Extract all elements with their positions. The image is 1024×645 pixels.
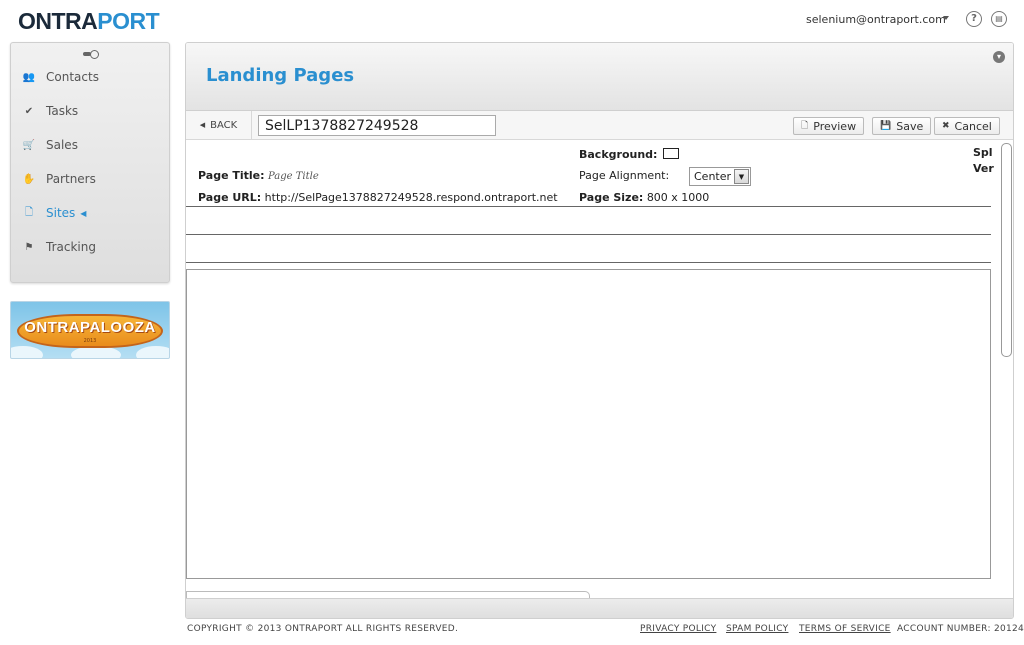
page-url-field: Page URL: http://SelPage1378827249528.re… [198,191,558,204]
close-icon: ✖ [942,121,950,131]
page-title-field[interactable]: Page Title: Page Title [198,169,319,182]
landing-page-editor: Landing Pages ▾ ◀ BACK 🗋 Preview 💾 Save … [185,42,1014,619]
check-icon: ✔ [24,105,34,117]
user-email[interactable]: selenium@ontraport.com [806,13,946,26]
sidebar-item-label: Sites [46,206,76,220]
account-number: ACCOUNT NUMBER: 20124 [897,624,1024,634]
chevron-down-icon: ▼ [734,169,749,184]
promo-title: ONTRAPALOOZA [24,319,156,336]
cloud-decoration [11,346,43,358]
page-size-field: Page Size: 800 x 1000 [579,191,709,204]
page-size-label: Page Size: [579,191,644,204]
sidebar-item-partners[interactable]: ✋ Partners [22,169,96,189]
sidebar-item-label: Sales [46,138,78,152]
page-url-value: http://SelPage1378827249528.respond.ontr… [264,191,558,204]
promo-sign: ONTRAPALOOZA 2013 [17,314,163,348]
pin-icon[interactable] [83,50,99,59]
flag-icon: ⚑ [24,241,34,253]
chevron-left-icon: ◀ [199,121,206,129]
chevron-left-icon: ◀ [80,208,87,218]
page-alignment-select[interactable]: Center ▼ [689,167,751,186]
help-icon[interactable]: ? [966,11,982,27]
page-icon: 🗋 [24,206,34,218]
cloud-decoration [136,346,169,358]
ontrapalooza-banner[interactable]: ONTRAPALOOZA 2013 [10,301,170,359]
promo-year: 2013 [83,338,97,344]
sidebar-item-label: Tracking [46,240,96,254]
cancel-button[interactable]: ✖ Cancel [934,117,1000,135]
sidebar-item-sites[interactable]: 🗋 Sites ◀ [22,203,86,223]
sidebar-item-contacts[interactable]: 👥 Contacts [22,67,99,87]
sidebar-item-label: Contacts [46,70,99,84]
sidebar-item-sales[interactable]: 🛒 Sales [22,135,78,155]
alignment-label: Page Alignment: [579,169,670,182]
sidebar-item-label: Partners [46,172,96,186]
page-title: Landing Pages [206,65,355,86]
cancel-label: Cancel [954,119,992,133]
logo-text-right: PORT [97,8,160,34]
background-color-swatch[interactable] [663,148,680,159]
save-button[interactable]: 💾 Save [872,117,932,135]
background-field: Background: [579,148,680,161]
clipped-label: Spl [973,146,993,159]
page-title-label: Page Title: [198,169,265,182]
sidebar-item-tracking[interactable]: ⚑ Tracking [22,237,96,257]
back-button[interactable]: ◀ BACK [186,111,252,139]
divider [186,262,991,263]
panel-header: Landing Pages ▾ [186,43,1013,111]
sidebar: 👥 Contacts ✔ Tasks 🛒 Sales ✋ Partners 🗋 … [10,42,170,283]
panel-footer [186,598,1013,618]
preview-button[interactable]: 🗋 Preview [793,117,865,135]
page-title-value[interactable]: Page Title [268,171,319,182]
sidebar-item-tasks[interactable]: ✔ Tasks [22,101,78,121]
preview-label: Preview [813,119,857,133]
terms-of-service-link[interactable]: TERMS OF SERVICE [799,624,891,634]
clipped-label: Ver [973,162,994,175]
ontraport-logo[interactable]: ONTRAPORT [18,8,160,35]
alignment-value: Center [694,170,732,183]
copyright-text: COPYRIGHT © 2013 ONTRAPORT ALL RIGHTS RE… [187,624,459,634]
cart-icon: 🛒 [22,139,36,151]
user-menu-caret-icon[interactable] [943,16,949,20]
document-icon[interactable]: ▤ [991,11,1007,27]
contacts-icon: 👥 [22,71,36,83]
sidebar-item-label: Tasks [46,104,79,118]
background-label: Background: [579,148,658,161]
vertical-scrollbar[interactable] [1001,143,1012,357]
collapse-icon[interactable]: ▾ [993,51,1005,63]
page-icon: 🗋 [801,121,809,131]
handshake-icon: ✋ [22,173,36,185]
page-size-value: 800 x 1000 [646,191,710,204]
page-canvas[interactable] [186,269,991,579]
save-label: Save [896,119,924,133]
privacy-policy-link[interactable]: PRIVACY POLICY [640,624,716,634]
page-url-label: Page URL: [198,191,262,204]
divider [186,206,991,207]
divider [186,234,991,235]
back-label: BACK [210,119,238,131]
page-properties: Page Title: Page Title Page URL: http://… [186,140,994,208]
disk-icon: 💾 [880,121,892,131]
landing-page-name-input[interactable] [258,115,496,136]
editor-toolbar: ◀ BACK 🗋 Preview 💾 Save ✖ Cancel [186,111,1013,140]
spam-policy-link[interactable]: SPAM POLICY [726,624,788,634]
logo-text-left: ONTRA [18,8,98,34]
